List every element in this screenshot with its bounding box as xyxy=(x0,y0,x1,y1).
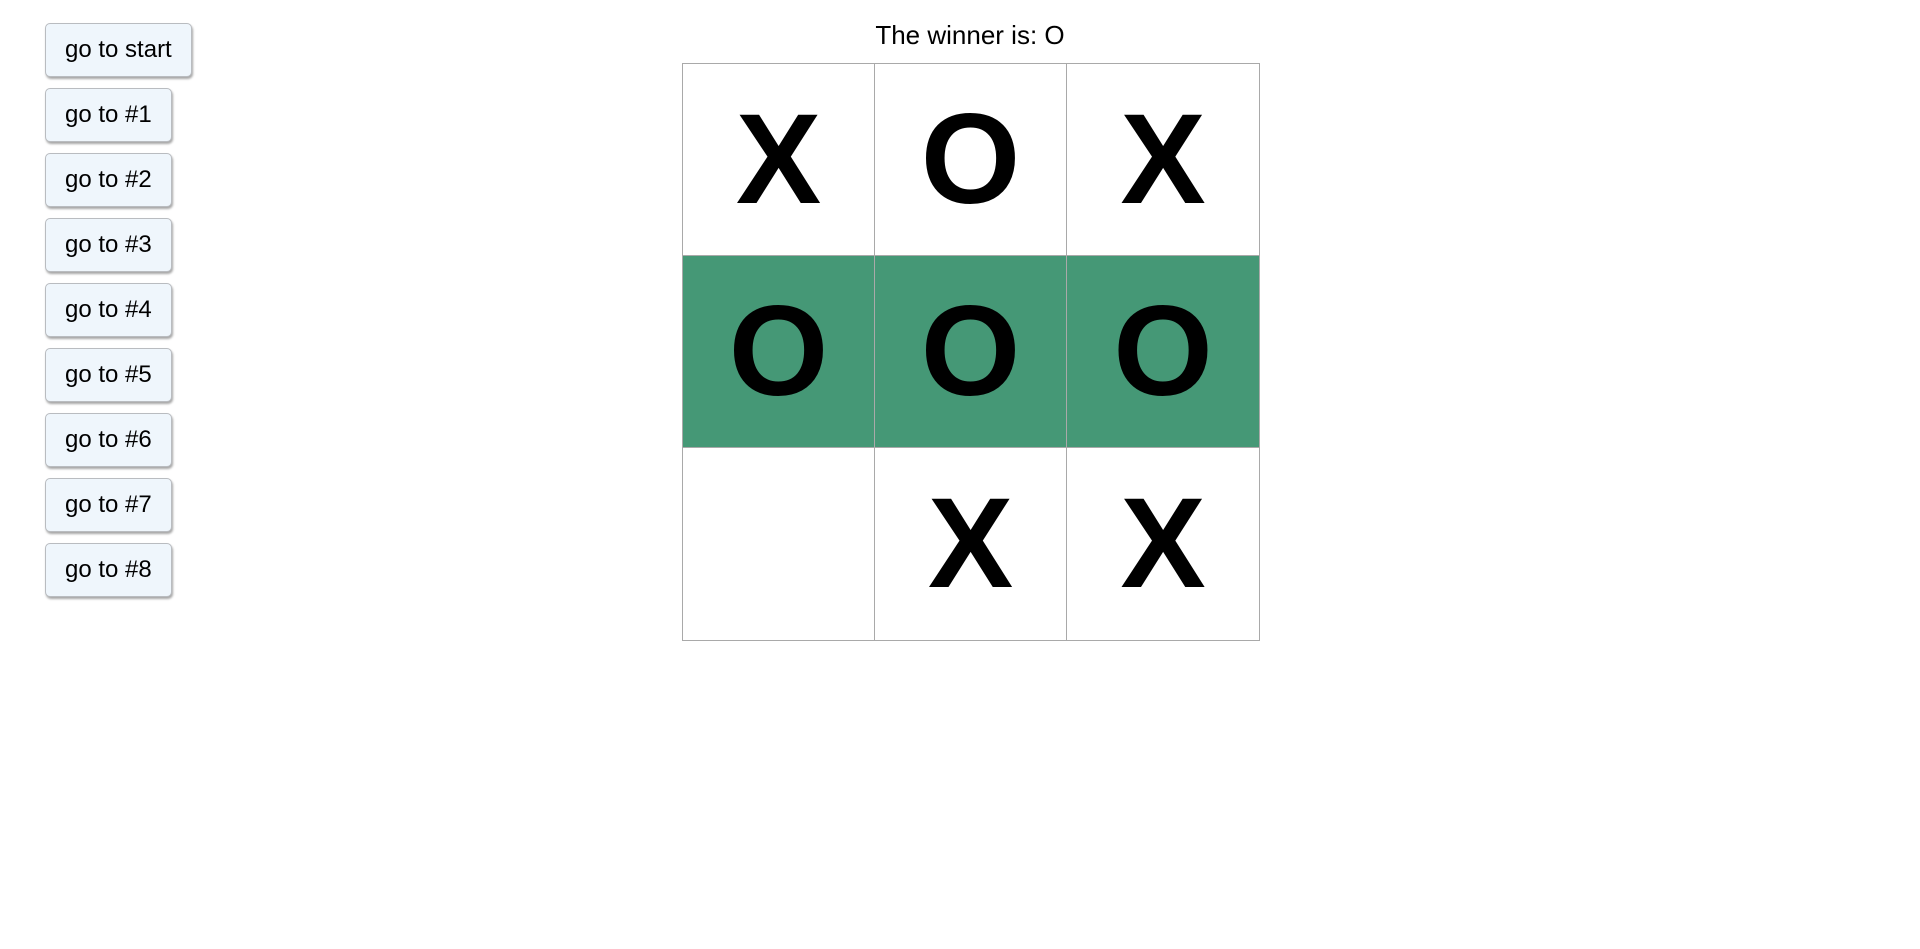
go-to-move-8-button[interactable]: go to #8 xyxy=(45,543,172,597)
board-square-9[interactable]: X xyxy=(1067,448,1259,640)
go-to-move-5-button[interactable]: go to #5 xyxy=(45,348,172,402)
game-board: X O X O O O X X xyxy=(682,63,1260,641)
board-square-8[interactable]: X xyxy=(875,448,1067,640)
board-square-7[interactable] xyxy=(683,448,875,640)
go-to-move-2-button[interactable]: go to #2 xyxy=(45,153,172,207)
board-square-5[interactable]: O xyxy=(875,256,1067,448)
move-history-list: go to start go to #1 go to #2 go to #3 g… xyxy=(45,23,192,597)
game-status: The winner is: O xyxy=(875,20,1065,50)
go-to-move-6-button[interactable]: go to #6 xyxy=(45,413,172,467)
board-square-4[interactable]: O xyxy=(683,256,875,448)
board-square-3[interactable]: X xyxy=(1067,64,1259,256)
go-to-start-button[interactable]: go to start xyxy=(45,23,192,77)
go-to-move-7-button[interactable]: go to #7 xyxy=(45,478,172,532)
go-to-move-3-button[interactable]: go to #3 xyxy=(45,218,172,272)
go-to-move-4-button[interactable]: go to #4 xyxy=(45,283,172,337)
board-square-1[interactable]: X xyxy=(683,64,875,256)
board-square-2[interactable]: O xyxy=(875,64,1067,256)
board-square-6[interactable]: O xyxy=(1067,256,1259,448)
go-to-move-1-button[interactable]: go to #1 xyxy=(45,88,172,142)
